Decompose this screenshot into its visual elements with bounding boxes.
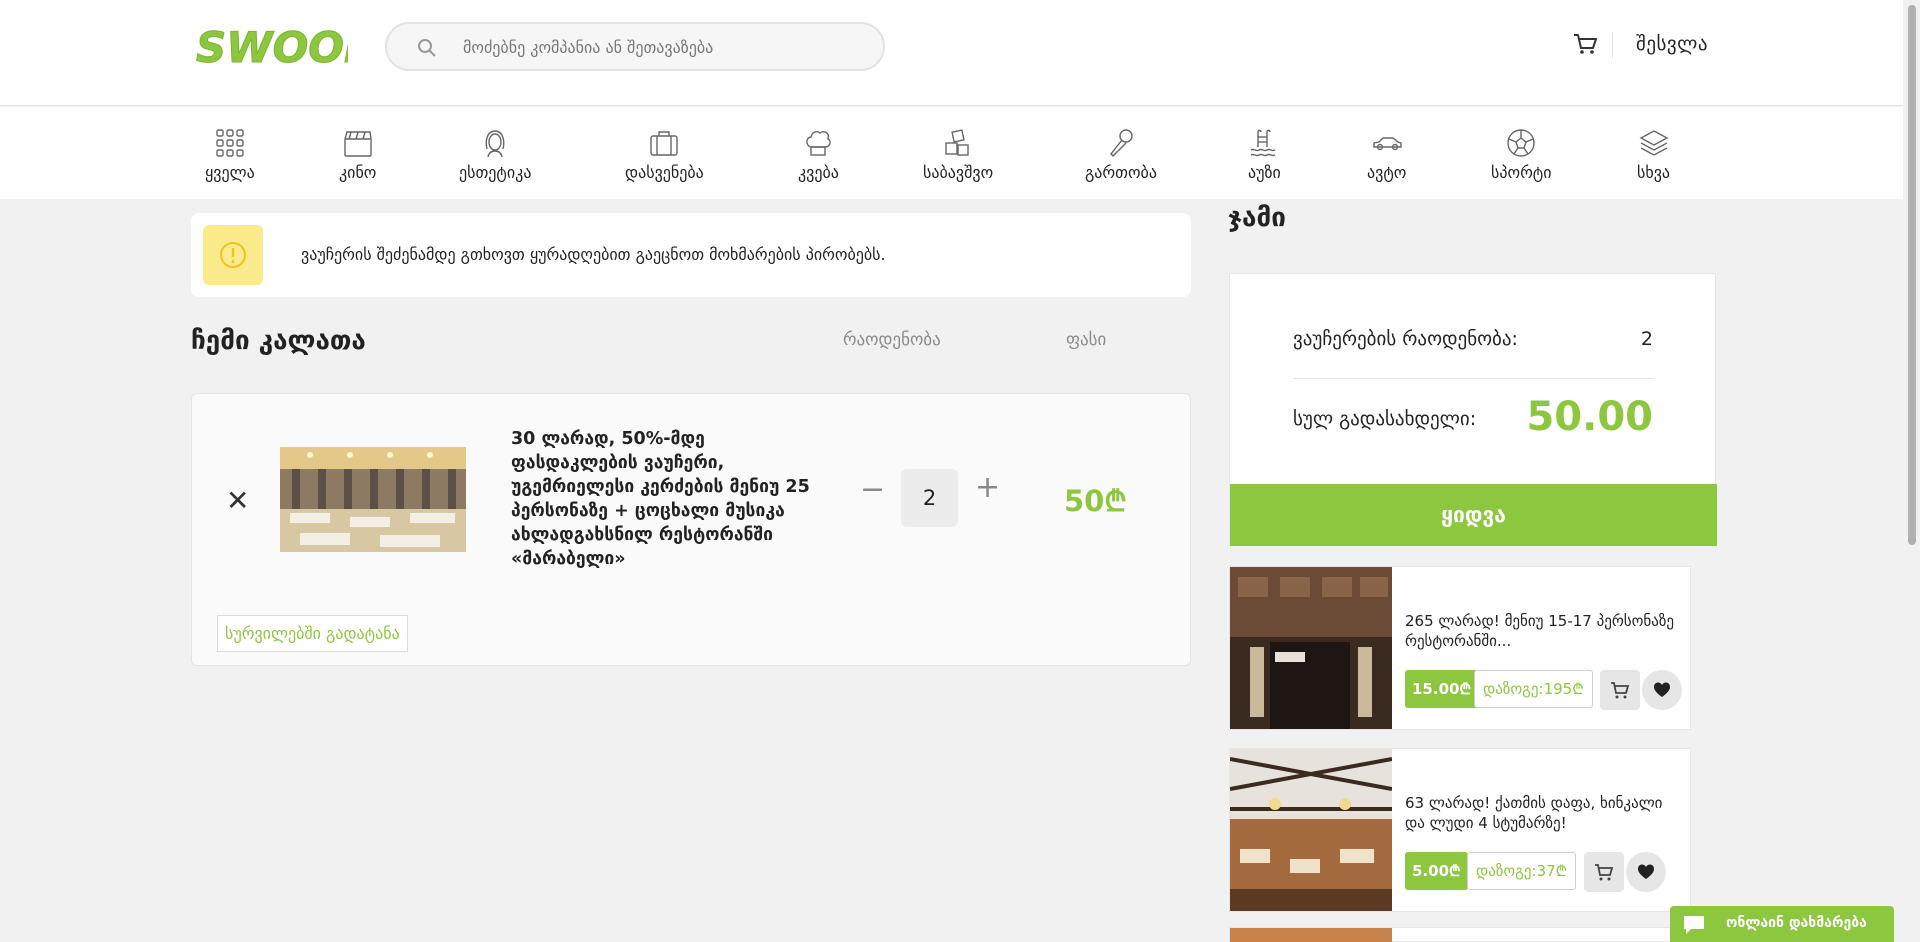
warning-icon (220, 242, 246, 268)
category-label: სხვა (1637, 163, 1671, 182)
cart-item: ✕ 30 ლარად, 50%-მდე ფასდაკლების ვაუჩერი,… (191, 393, 1191, 666)
add-to-cart-button[interactable] (1600, 670, 1640, 710)
category-kids[interactable]: საბავშვო (923, 127, 993, 182)
grid-icon (216, 129, 244, 157)
total-value: 50.00 (1526, 394, 1653, 440)
move-to-wishlist-button[interactable]: სურვილებში გადატანა (217, 615, 408, 652)
login-link[interactable]: შესვლა (1636, 33, 1708, 55)
item-thumbnail[interactable] (280, 447, 466, 552)
category-label: ყველა (205, 163, 255, 182)
summary-divider (1293, 378, 1654, 379)
online-help-button[interactable]: ონლაინ დახმარება (1670, 906, 1894, 942)
category-pool[interactable]: აუზი (1248, 127, 1281, 182)
offer-savings: დაზოგე:195₾ (1474, 670, 1593, 708)
add-to-favorites-button[interactable] (1626, 852, 1666, 892)
category-other[interactable]: სხვა (1637, 127, 1670, 182)
pool-icon (1251, 129, 1276, 157)
offer-photo[interactable] (1230, 567, 1392, 729)
column-header-price: ფასი (1066, 330, 1107, 350)
face-icon (485, 130, 505, 158)
total-label: სულ გადასახდელი: (1293, 408, 1477, 430)
add-to-cart-button[interactable] (1584, 852, 1624, 892)
offer-price[interactable]: 5.00₾ (1405, 852, 1468, 890)
clapperboard-icon (343, 131, 372, 157)
layers-icon (1639, 130, 1668, 156)
column-header-quantity: რაოდენობა (843, 330, 941, 350)
category-label: კვება (798, 163, 839, 182)
category-aesthetics[interactable]: ესთეტიკა (459, 127, 531, 182)
toy-blocks-icon (945, 129, 969, 156)
chef-hat-icon (806, 130, 832, 156)
quantity-increase-button[interactable]: + (975, 470, 1000, 505)
category-label: აუზი (1248, 163, 1281, 182)
heart-icon (1654, 682, 1670, 697)
header: SWOOP შესვლა (0, 0, 1903, 106)
add-to-favorites-button[interactable] (1642, 670, 1682, 710)
offer-card[interactable] (1229, 927, 1691, 942)
notice-text: ვაუჩერის შეძენამდე გთხოვთ ყურადღებით გაე… (301, 245, 886, 264)
item-title[interactable]: 30 ლარად, 50%-მდე ფასდაკლების ვაუჩერი, უ… (511, 427, 821, 571)
offer-title[interactable]: 63 ლარად! ქათმის დაფა, ხინკალი და ლუდი 4… (1405, 793, 1685, 833)
quantity-value[interactable]: 2 (901, 469, 958, 527)
voucher-count-label: ვაუჩერების რაოდენობა: (1293, 328, 1518, 350)
summary-title: ჯამი (1228, 203, 1286, 233)
heart-icon (1638, 864, 1654, 879)
category-label: ავტო (1367, 163, 1407, 182)
category-auto[interactable]: ავტო (1367, 127, 1406, 182)
car-icon (1372, 137, 1402, 151)
search-bar[interactable] (385, 22, 885, 71)
offer-photo[interactable] (1230, 928, 1392, 942)
offer-card[interactable]: 63 ლარად! ქათმის დაფა, ხინკალი და ლუდი 4… (1229, 748, 1691, 912)
category-label: საბავშვო (923, 163, 994, 182)
scrollbar-thumb[interactable] (1908, 5, 1916, 545)
category-label: დასვენება (625, 163, 704, 182)
swoop-logo[interactable]: SWOOP (192, 20, 349, 73)
cart-title: ჩემი კალათა (191, 326, 366, 356)
quantity-decrease-button[interactable]: − (860, 472, 885, 507)
suitcase-icon (650, 131, 679, 156)
offer-card[interactable]: 265 ლარად! მენიუ 15-17 პერსონაზე რესტორა… (1229, 566, 1691, 730)
scrollbar[interactable] (1903, 0, 1920, 942)
buy-button[interactable]: ყიდვა (1230, 484, 1717, 546)
online-help-label: ონლაინ დახმარება (1726, 915, 1867, 931)
cart-icon (1595, 864, 1614, 881)
voucher-count-value: 2 (1640, 328, 1653, 350)
svg-text:SWOOP: SWOOP (196, 23, 348, 72)
offer-photo[interactable] (1230, 749, 1392, 911)
cart-icon (1611, 682, 1630, 699)
cart-icon[interactable] (1572, 31, 1598, 57)
category-bar: ყველა კინო ესთეტიკა დასვენება კვება საბა… (0, 107, 1903, 199)
search-input[interactable] (463, 34, 863, 60)
remove-item-button[interactable]: ✕ (226, 484, 249, 517)
warning-badge (203, 225, 263, 285)
category-sport[interactable]: სპორტი (1491, 127, 1552, 182)
category-food[interactable]: კვება (798, 127, 839, 182)
category-label: კინო (339, 163, 377, 182)
search-icon (418, 39, 436, 57)
offer-savings: დაზოგე:37₾ (1467, 852, 1577, 890)
category-label: ესთეტიკა (459, 163, 532, 182)
offer-price[interactable]: 15.00₾ (1405, 670, 1479, 708)
category-label: სპორტი (1491, 163, 1552, 182)
category-entertainment[interactable]: გართობა (1085, 127, 1157, 182)
microphone-icon (1110, 129, 1133, 157)
terms-notice: ვაუჩერის შეძენამდე გთხოვთ ყურადღებით გაე… (191, 213, 1191, 297)
category-vacation[interactable]: დასვენება (625, 127, 704, 182)
category-all[interactable]: ყველა (205, 127, 255, 182)
summary-card: ვაუჩერების რაოდენობა: 2 სულ გადასახდელი:… (1229, 273, 1717, 546)
chat-bubble-icon (1684, 916, 1704, 934)
offer-title[interactable]: 265 ლარად! მენიუ 15-17 პერსონაზე რესტორა… (1405, 611, 1685, 651)
category-label: გართობა (1085, 163, 1157, 182)
category-cinema[interactable]: კინო (339, 127, 376, 182)
item-price: 50₾ (1064, 484, 1127, 518)
header-divider (1612, 32, 1613, 58)
soccer-ball-icon (1507, 129, 1535, 157)
